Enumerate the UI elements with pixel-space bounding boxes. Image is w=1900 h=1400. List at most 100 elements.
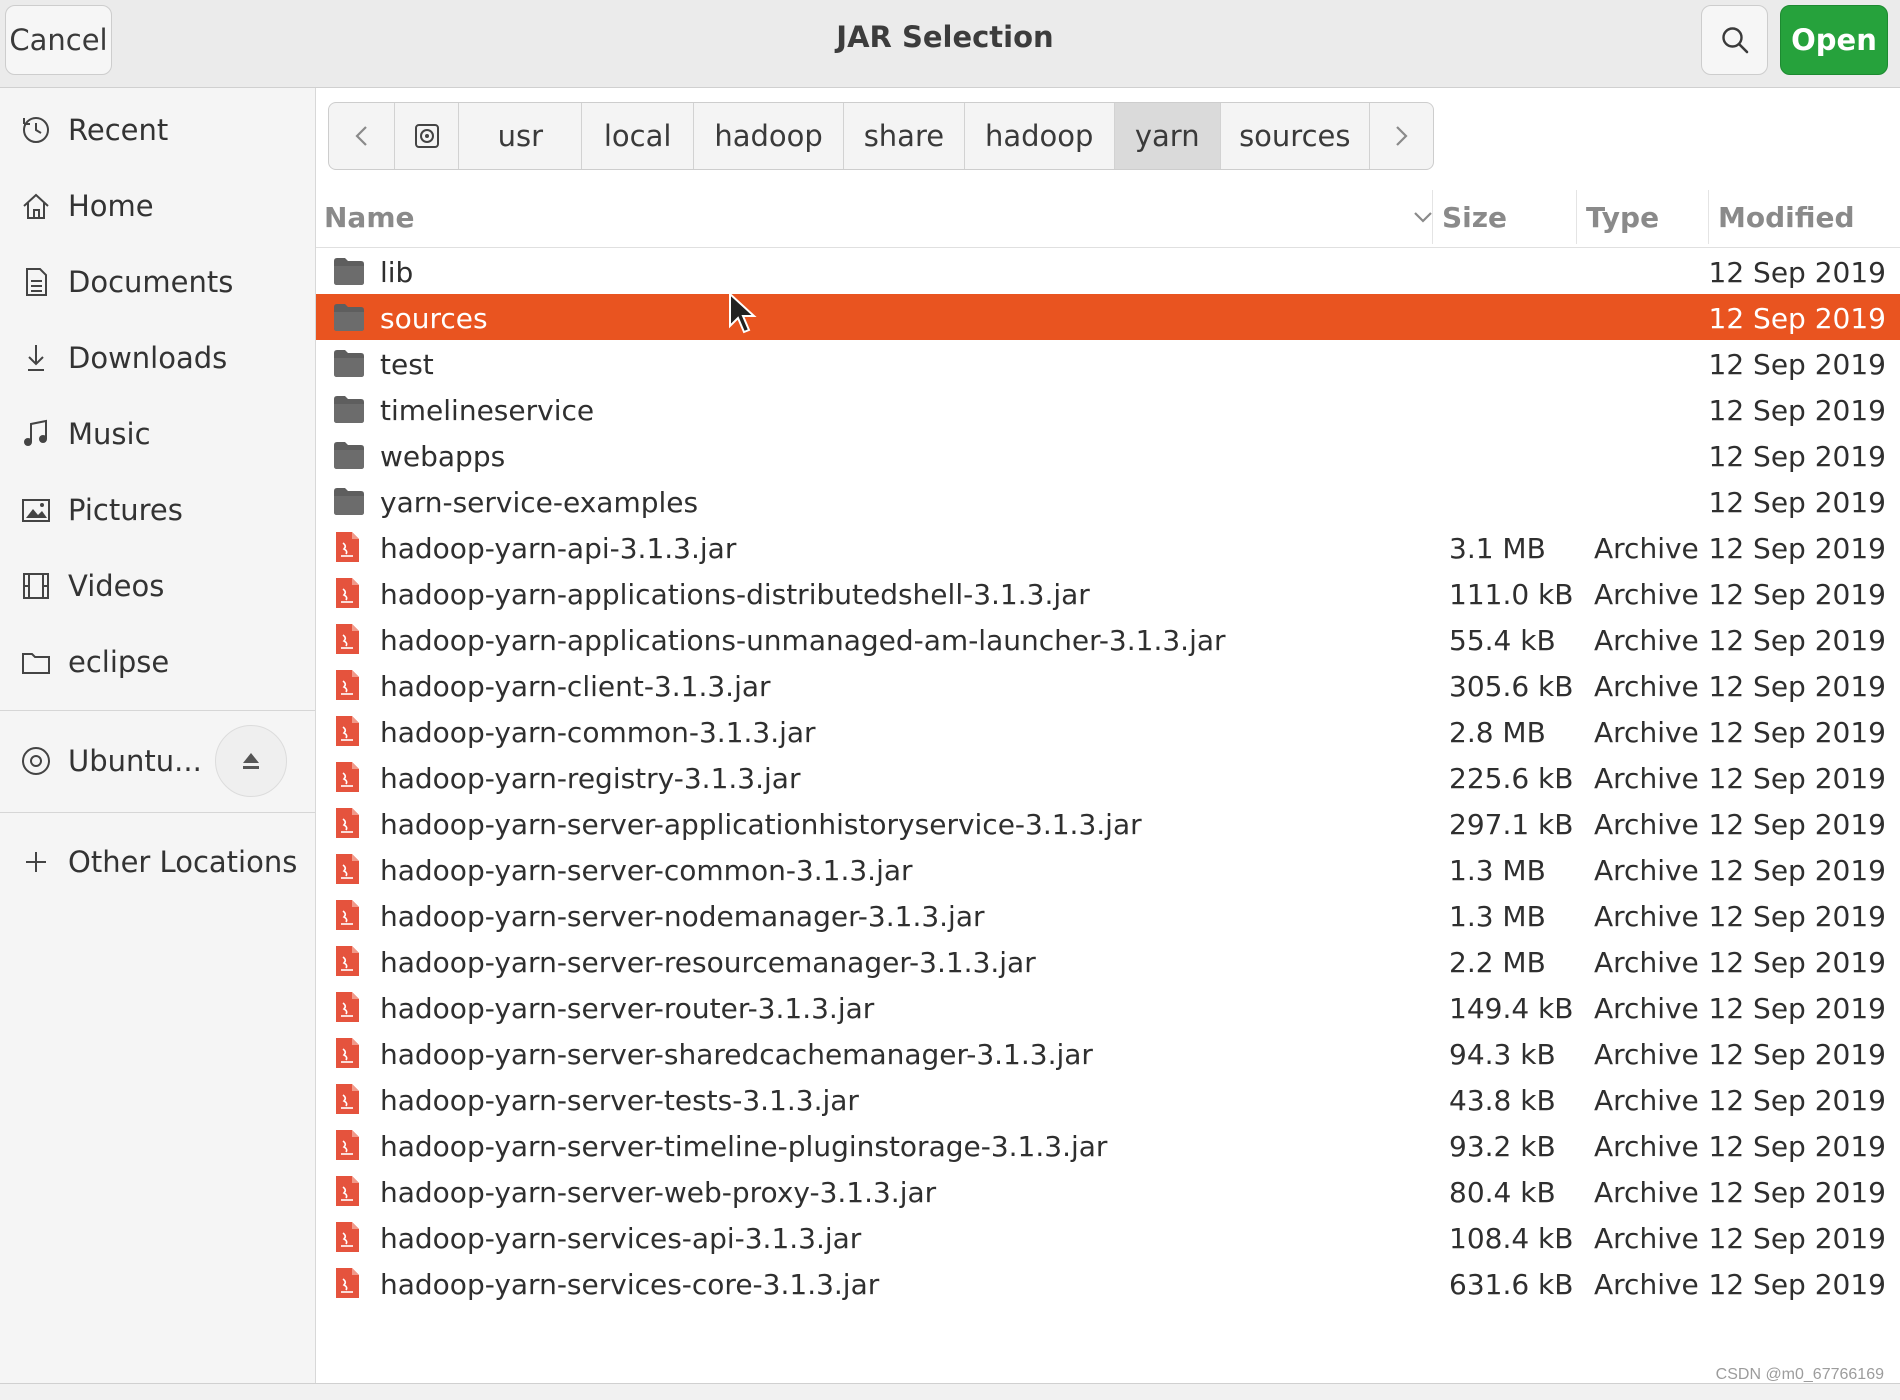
- column-type-header[interactable]: Type: [1586, 186, 1659, 248]
- path-segment[interactable]: usr: [459, 103, 583, 169]
- file-row[interactable]: hadoop-yarn-server-common-3.1.3.jar 1.3 …: [316, 846, 1900, 892]
- file-modified: 12 Sep 2019: [1708, 1038, 1886, 1071]
- file-row[interactable]: hadoop-yarn-server-router-3.1.3.jar 149.…: [316, 984, 1900, 1030]
- sidebar-item-label: Ubuntu...: [68, 744, 202, 778]
- jar-file-icon: [332, 623, 366, 655]
- sidebar-item-label: Documents: [68, 265, 234, 299]
- file-modified: 12 Sep 2019: [1708, 624, 1886, 657]
- file-row[interactable]: hadoop-yarn-server-web-proxy-3.1.3.jar 8…: [316, 1168, 1900, 1214]
- search-button[interactable]: [1701, 5, 1768, 75]
- jar-file-icon: [332, 991, 366, 1023]
- sidebar-item-label: Home: [68, 189, 154, 223]
- document-icon: [26, 268, 47, 296]
- file-row[interactable]: hadoop-yarn-server-timeline-pluginstorag…: [316, 1122, 1900, 1168]
- eject-button[interactable]: [215, 725, 287, 797]
- file-row[interactable]: hadoop-yarn-server-resourcemanager-3.1.3…: [316, 938, 1900, 984]
- sidebar-item-music[interactable]: Music: [0, 402, 315, 466]
- sidebar-item-pictures[interactable]: Pictures: [0, 478, 315, 542]
- jar-file-icon: [332, 1175, 366, 1207]
- jar-file-icon: [332, 577, 366, 609]
- chevron-left-icon: [355, 126, 367, 146]
- path-forward-button[interactable]: [1370, 103, 1433, 169]
- column-modified-header[interactable]: Modified: [1718, 186, 1855, 248]
- file-size: 93.2 kB: [1449, 1130, 1556, 1163]
- file-modified: 12 Sep 2019: [1708, 302, 1886, 335]
- sidebar-item-home[interactable]: Home: [0, 174, 315, 238]
- file-size: 1.3 MB: [1449, 854, 1546, 887]
- file-row[interactable]: hadoop-yarn-applications-distributedshel…: [316, 570, 1900, 616]
- folder-icon: [332, 393, 366, 425]
- file-modified: 12 Sep 2019: [1708, 1084, 1886, 1117]
- path-segment-active[interactable]: yarn: [1114, 103, 1221, 169]
- file-modified: 12 Sep 2019: [1708, 808, 1886, 841]
- jar-file-icon: [332, 1267, 366, 1299]
- jar-file-icon: [332, 899, 366, 931]
- watermark: CSDN @m0_67766169: [1715, 1366, 1884, 1383]
- folder-icon: [332, 347, 366, 379]
- column-name-header[interactable]: Name: [324, 186, 1434, 248]
- music-icon: [24, 419, 47, 446]
- file-modified: 12 Sep 2019: [1708, 532, 1886, 565]
- file-row[interactable]: webapps 12 Sep 2019: [316, 432, 1900, 478]
- home-icon: [23, 193, 49, 219]
- file-row[interactable]: sources 12 Sep 2019: [316, 294, 1900, 340]
- file-name: hadoop-yarn-applications-distributedshel…: [380, 578, 1090, 611]
- jar-file-icon: [332, 807, 366, 839]
- sidebar-item-label: Pictures: [68, 493, 183, 527]
- file-modified: 12 Sep 2019: [1708, 578, 1886, 611]
- file-row[interactable]: hadoop-yarn-services-api-3.1.3.jar 108.4…: [316, 1214, 1900, 1260]
- file-size: 305.6 kB: [1449, 670, 1574, 703]
- file-type: Archive: [1594, 578, 1699, 611]
- path-root-disc[interactable]: [395, 103, 460, 169]
- sidebar-item-label: Videos: [68, 569, 165, 603]
- jar-file-icon: [332, 1129, 366, 1161]
- file-row[interactable]: hadoop-yarn-common-3.1.3.jar 2.8 MB Arch…: [316, 708, 1900, 754]
- path-segment[interactable]: share: [844, 103, 965, 169]
- column-divider: [1708, 190, 1709, 244]
- file-name: hadoop-yarn-server-timeline-pluginstorag…: [380, 1130, 1108, 1163]
- sidebar-item-videos[interactable]: Videos: [0, 554, 315, 618]
- path-back-button[interactable]: [329, 103, 396, 169]
- sidebar-item-documents[interactable]: Documents: [0, 250, 315, 314]
- file-size: 108.4 kB: [1449, 1222, 1574, 1255]
- file-row[interactable]: hadoop-yarn-registry-3.1.3.jar 225.6 kB …: [316, 754, 1900, 800]
- file-row[interactable]: timelineservice 12 Sep 2019: [316, 386, 1900, 432]
- file-row[interactable]: hadoop-yarn-applications-unmanaged-am-la…: [316, 616, 1900, 662]
- file-name: hadoop-yarn-applications-unmanaged-am-la…: [380, 624, 1226, 657]
- column-size-header[interactable]: Size: [1442, 186, 1507, 248]
- file-row[interactable]: hadoop-yarn-server-applicationhistoryser…: [316, 800, 1900, 846]
- sidebar-item-label: Music: [68, 417, 151, 451]
- jar-file-icon: [332, 531, 366, 563]
- file-row[interactable]: hadoop-yarn-server-sharedcachemanager-3.…: [316, 1030, 1900, 1076]
- file-row[interactable]: test 12 Sep 2019: [316, 340, 1900, 386]
- folder-icon: [332, 255, 366, 287]
- open-button[interactable]: Open: [1780, 5, 1888, 75]
- folder-icon: [332, 439, 366, 471]
- file-chooser-dialog: Cancel JAR Selection Open Recent Home Do…: [0, 0, 1900, 1400]
- sidebar-item-other-locations[interactable]: Other Locations: [0, 830, 315, 894]
- path-segment[interactable]: hadoop: [965, 103, 1115, 169]
- file-modified: 12 Sep 2019: [1708, 256, 1886, 289]
- file-type: Archive: [1594, 900, 1699, 933]
- sidebar-item-downloads[interactable]: Downloads: [0, 326, 315, 390]
- sidebar-item-eclipse[interactable]: eclipse: [0, 630, 315, 694]
- jar-file-icon: [332, 1037, 366, 1069]
- file-row[interactable]: hadoop-yarn-api-3.1.3.jar 3.1 MB Archive…: [316, 524, 1900, 570]
- path-segment[interactable]: sources: [1221, 103, 1370, 169]
- file-row[interactable]: hadoop-yarn-server-nodemanager-3.1.3.jar…: [316, 892, 1900, 938]
- sidebar-item-ubuntu-device[interactable]: Ubuntu...: [0, 725, 315, 797]
- sidebar-divider: [0, 710, 315, 711]
- file-row[interactable]: lib 12 Sep 2019: [316, 248, 1900, 294]
- file-row[interactable]: yarn-service-examples 12 Sep 2019: [316, 478, 1900, 524]
- picture-icon: [22, 499, 50, 522]
- file-row[interactable]: hadoop-yarn-server-tests-3.1.3.jar 43.8 …: [316, 1076, 1900, 1122]
- file-modified: 12 Sep 2019: [1708, 854, 1886, 887]
- mouse-pointer-icon: [729, 292, 757, 334]
- folder-icon: [22, 653, 50, 674]
- file-row[interactable]: hadoop-yarn-services-core-3.1.3.jar 631.…: [316, 1260, 1900, 1306]
- file-name: hadoop-yarn-common-3.1.3.jar: [380, 716, 816, 749]
- path-segment[interactable]: hadoop: [694, 103, 845, 169]
- sidebar-item-recent[interactable]: Recent: [0, 98, 315, 162]
- path-segment[interactable]: local: [582, 103, 695, 169]
- file-row[interactable]: hadoop-yarn-client-3.1.3.jar 305.6 kB Ar…: [316, 662, 1900, 708]
